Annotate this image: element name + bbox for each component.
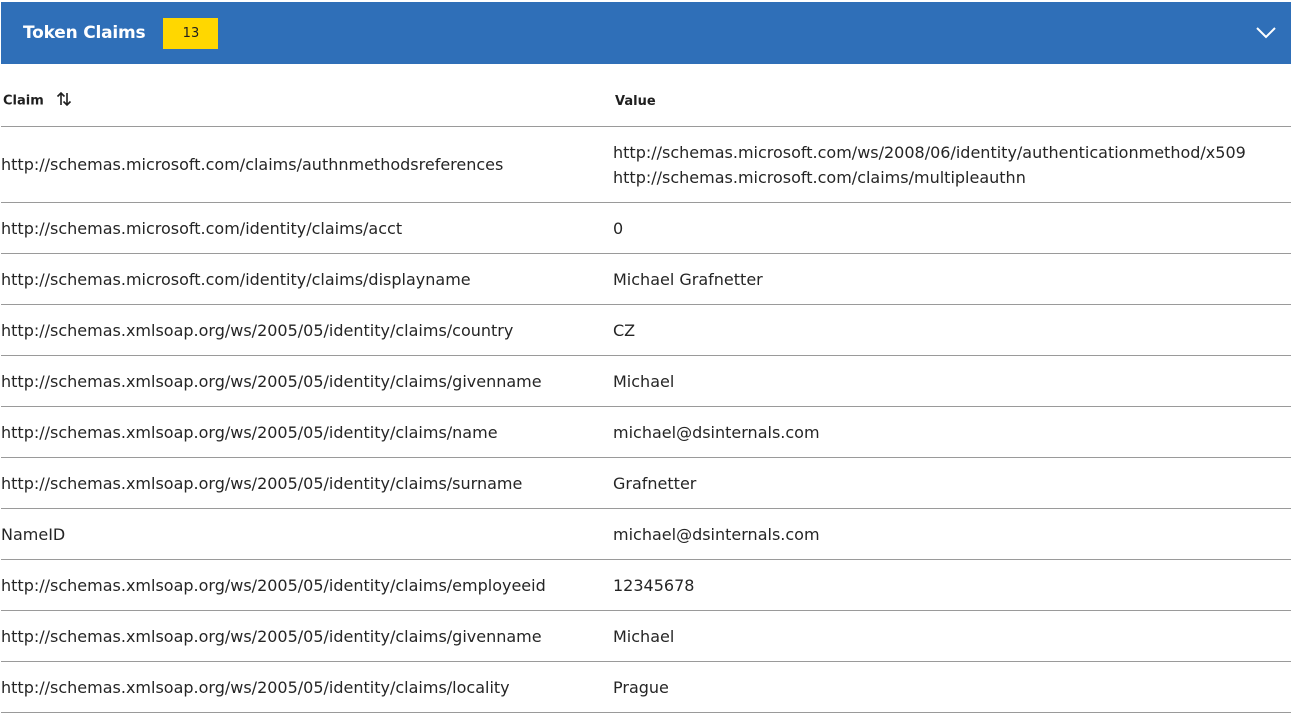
value-line: http://schemas.microsoft.com/claims/mult…	[613, 167, 1026, 187]
value-cell: michael@dsinternals.com	[613, 406, 1291, 458]
claims-count-badge: 13	[163, 17, 219, 49]
value-cell: 0	[613, 202, 1291, 254]
value-cell: Grafnetter	[613, 457, 1291, 509]
value-line: http://schemas.microsoft.com/ws/2008/06/…	[613, 142, 1246, 162]
chevron-down-icon[interactable]	[1251, 18, 1281, 48]
claim-cell: http://schemas.xmlsoap.org/ws/2005/05/id…	[1, 661, 613, 713]
claim-header-label: Claim	[3, 93, 44, 109]
value-cell: michael@dsinternals.com	[613, 508, 1291, 560]
value-cell: Michael Grafnetter	[613, 253, 1291, 305]
claim-cell: http://schemas.xmlsoap.org/ws/2005/05/id…	[1, 457, 613, 509]
table-header-row: Claim Value	[1, 76, 1291, 127]
table-row: http://schemas.xmlsoap.org/ws/2005/05/id…	[1, 304, 1291, 356]
value-cell: CZ	[613, 304, 1291, 356]
claim-cell: http://schemas.microsoft.com/identity/cl…	[1, 253, 613, 305]
value-cell: 12345678	[613, 559, 1291, 611]
sort-arrows-icon[interactable]	[56, 91, 72, 111]
table-row: http://schemas.xmlsoap.org/ws/2005/05/id…	[1, 610, 1291, 662]
claims-table-container: Claim Value http://schemas.microsoft.com…	[1, 76, 1291, 713]
claim-cell: http://schemas.microsoft.com/identity/cl…	[1, 202, 613, 254]
claim-cell: http://schemas.microsoft.com/claims/auth…	[1, 126, 613, 203]
table-row: http://schemas.xmlsoap.org/ws/2005/05/id…	[1, 661, 1291, 713]
claim-cell: http://schemas.xmlsoap.org/ws/2005/05/id…	[1, 355, 613, 407]
panel-title: Token Claims	[23, 23, 146, 43]
table-row: NameID michael@dsinternals.com	[1, 508, 1291, 560]
table-row: http://schemas.xmlsoap.org/ws/2005/05/id…	[1, 457, 1291, 509]
claim-cell: http://schemas.xmlsoap.org/ws/2005/05/id…	[1, 304, 613, 356]
claim-cell: http://schemas.xmlsoap.org/ws/2005/05/id…	[1, 610, 613, 662]
table-row: http://schemas.microsoft.com/identity/cl…	[1, 253, 1291, 305]
value-header-label: Value	[615, 93, 656, 109]
claim-cell: http://schemas.xmlsoap.org/ws/2005/05/id…	[1, 559, 613, 611]
value-cell: Prague	[613, 661, 1291, 713]
table-row: http://schemas.microsoft.com/identity/cl…	[1, 202, 1291, 254]
claim-cell: NameID	[1, 508, 613, 560]
table-row: http://schemas.xmlsoap.org/ws/2005/05/id…	[1, 355, 1291, 407]
table-row: http://schemas.microsoft.com/claims/auth…	[1, 126, 1291, 203]
table-row: http://schemas.xmlsoap.org/ws/2005/05/id…	[1, 559, 1291, 611]
token-claims-header[interactable]: Token Claims 13	[1, 2, 1291, 64]
value-column-header: Value	[613, 76, 1291, 127]
claim-column-header[interactable]: Claim	[1, 76, 613, 127]
table-row: http://schemas.xmlsoap.org/ws/2005/05/id…	[1, 406, 1291, 458]
value-cell: Michael	[613, 355, 1291, 407]
claim-cell: http://schemas.xmlsoap.org/ws/2005/05/id…	[1, 406, 613, 458]
claims-table: Claim Value http://schemas.microsoft.com…	[1, 76, 1291, 713]
value-cell: http://schemas.microsoft.com/ws/2008/06/…	[613, 126, 1291, 203]
value-cell: Michael	[613, 610, 1291, 662]
